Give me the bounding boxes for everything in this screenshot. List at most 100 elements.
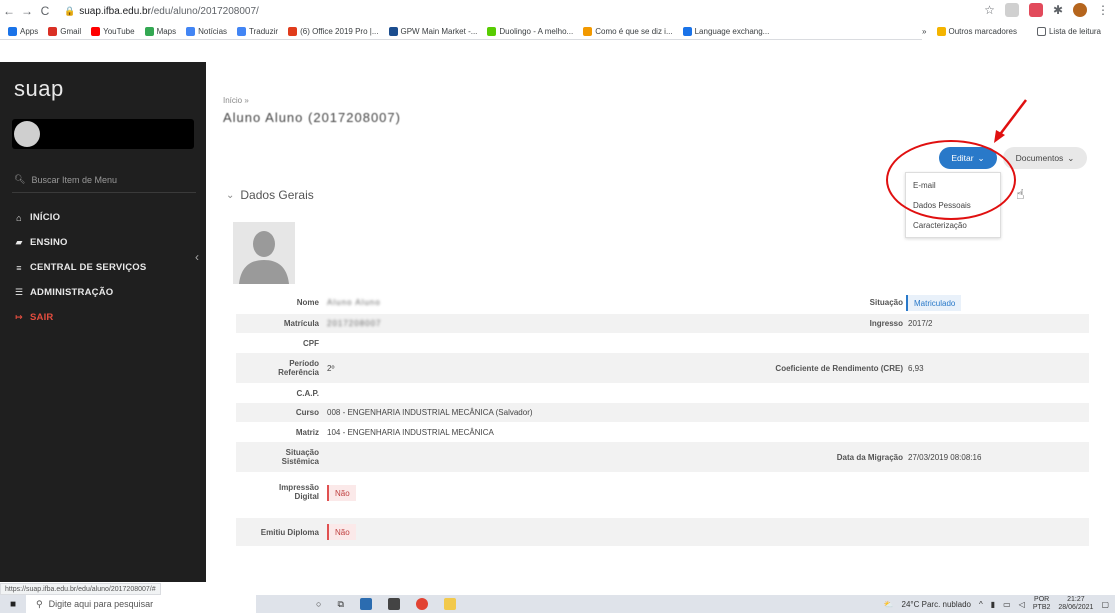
sidebar-item-central-de-servicos[interactable]: ≡ CENTRAL DE SERVIÇOS <box>14 255 194 280</box>
other-bookmarks[interactable]: Outros marcadores <box>936 26 1017 36</box>
status-bar-url: https://suap.ifba.edu.br/edu/aluno/20172… <box>0 583 161 595</box>
table-row: Matrícula 2017208007 Ingresso 2017/2 <box>236 314 1089 333</box>
bookmark-item[interactable]: Notícias <box>186 26 227 36</box>
profile-avatar[interactable] <box>1073 3 1087 17</box>
reload-icon[interactable]: C <box>36 4 54 18</box>
table-row: Impressão Digital Não <box>236 473 1089 517</box>
lock-icon[interactable]: 🔒 <box>64 6 75 17</box>
extension-icon[interactable] <box>1028 3 1043 17</box>
sidebar-item-sair[interactable]: ↦ SAIR <box>14 305 194 330</box>
forward-icon[interactable]: → <box>18 4 36 18</box>
status-badge: Não <box>327 485 356 501</box>
bookmark-favicon-icon <box>237 26 247 36</box>
bookmark-item[interactable]: Como é que se diz i... <box>583 26 673 36</box>
search-icon: ⚲ <box>36 598 43 609</box>
main-content: Início » Aluno Aluno (2017208007) Editar… <box>206 62 1115 582</box>
folder-icon <box>936 26 946 36</box>
bookmark-favicon-icon <box>186 26 196 36</box>
sidebar-item-administracao[interactable]: ☰ ADMINISTRAÇÃO <box>14 280 194 305</box>
bookmark-item[interactable]: Language exchang... <box>682 26 769 36</box>
back-icon[interactable]: ← <box>0 4 18 18</box>
matriz-label: Matriz <box>295 428 319 437</box>
section-dados-gerais[interactable]: ⌄ Dados Gerais <box>226 188 314 202</box>
store-icon[interactable] <box>359 598 372 610</box>
extension-icon[interactable] <box>1004 3 1019 17</box>
volume-icon[interactable]: ◁ <box>1019 600 1025 609</box>
table-row: Emitiu Diploma Não <box>236 518 1089 546</box>
star-icon[interactable]: ☆ <box>984 3 995 17</box>
network-icon[interactable]: ▭ <box>1003 600 1011 609</box>
periodo-value: 2º <box>327 364 335 373</box>
notification-icon[interactable]: ▢ <box>1101 600 1109 609</box>
browser-chrome: ← → C 🔒 suap.ifba.edu.br/edu/aluno/20172… <box>0 0 1115 40</box>
list-icon: ≡ <box>16 262 22 273</box>
data-migracao-label: Data da Migração <box>836 453 903 462</box>
nome-label: Nome <box>296 298 319 307</box>
bookmark-favicon-icon <box>8 26 17 36</box>
weather-icon[interactable]: ⛅ <box>884 600 894 609</box>
cortana-icon[interactable]: ○ <box>316 599 321 609</box>
status-badge: Matriculado <box>906 295 962 311</box>
taskbar: ■ ⚲ Digite aqui para pesquisar ○ ⧉ ⛅ 24°… <box>0 595 1115 613</box>
bookmark-item[interactable]: Apps <box>8 26 38 36</box>
collapse-sidebar-icon[interactable]: ‹ <box>195 250 199 264</box>
table-row: Curso 008 - ENGENHARIA INDUSTRIAL MECÂNI… <box>236 403 1089 422</box>
address-bar[interactable]: suap.ifba.edu.br/edu/aluno/2017208007/ <box>79 6 259 17</box>
impressao-digital-label: Impressão Digital <box>278 483 319 501</box>
cre-label: Coeficiente de Rendimento (CRE) <box>775 364 903 373</box>
table-row: CPF <box>236 334 1089 352</box>
bookmarks-bar-right: » Outros marcadores Lista de leitura <box>922 22 1115 40</box>
situacao-label: Situação <box>869 298 903 307</box>
bookmark-item[interactable]: Duolingo - A melho... <box>487 26 573 36</box>
clock[interactable]: 21:27 28/06/2021 <box>1058 596 1093 612</box>
reading-list[interactable]: Lista de leitura <box>1036 26 1101 36</box>
task-view-icon[interactable]: ⧉ <box>337 599 343 610</box>
suap-logo[interactable]: suap <box>14 76 64 102</box>
sidebar-item-inicio[interactable]: ⌂ INÍCIO <box>14 205 194 230</box>
menu-search[interactable]: 🔍︎ Buscar Item de Menu <box>14 174 117 185</box>
bookmarks-more[interactable]: » <box>922 27 926 36</box>
notion-icon[interactable] <box>387 598 400 610</box>
taskbar-search[interactable]: ⚲ Digite aqui para pesquisar <box>26 595 256 613</box>
documentos-button[interactable]: Documentos ⌄ <box>1003 147 1087 169</box>
menu-kebab-icon[interactable]: ⋮ <box>1097 3 1109 17</box>
periodo-label: Período Referência <box>278 359 319 377</box>
menu-search-input[interactable]: Buscar Item de Menu <box>31 175 117 185</box>
curso-value: 008 - ENGENHARIA INDUSTRIAL MECÂNICA (Sa… <box>327 408 533 417</box>
avatar <box>14 121 40 147</box>
cap-label: C.A.P. <box>296 389 319 398</box>
nome-value: Aluno Aluno <box>327 298 381 307</box>
bookmark-item[interactable]: (6) Office 2019 Pro |... <box>288 26 379 36</box>
chrome-icon[interactable] <box>415 598 428 610</box>
file-explorer-icon[interactable] <box>443 598 456 610</box>
chevron-down-icon: ⌄ <box>226 189 235 201</box>
bookmark-item[interactable]: YouTube <box>91 26 135 36</box>
user-box[interactable] <box>12 119 194 149</box>
list-icon: ☰ <box>14 287 24 297</box>
ingresso-value: 2017/2 <box>908 319 933 328</box>
bookmark-item[interactable]: Traduzir <box>237 26 278 36</box>
bookmark-favicon-icon <box>48 26 58 36</box>
annotation-ellipse <box>886 140 1016 220</box>
battery-icon[interactable]: ▮ <box>991 600 995 609</box>
breadcrumb[interactable]: Início » <box>223 96 249 105</box>
search-icon: 🔍︎ <box>14 174 26 184</box>
sidebar: suap 🔍︎ Buscar Item de Menu ⌂ INÍCIO ▰ ENS… <box>0 62 206 582</box>
tray-chevron-icon[interactable]: ^ <box>979 600 983 609</box>
weather-text[interactable]: 24°C Parc. nublado <box>902 600 971 609</box>
windows-start-icon[interactable]: ■ <box>0 599 26 610</box>
bookmark-favicon-icon <box>288 26 298 36</box>
language-indicator[interactable]: POR PTB2 <box>1033 596 1051 612</box>
cpf-label: CPF <box>303 339 319 348</box>
bookmark-item[interactable]: GPW Main Market -... <box>388 26 477 36</box>
bookmark-favicon-icon <box>583 26 593 36</box>
table-row: Situação Sistêmica Data da Migração 27/03… <box>236 442 1089 472</box>
annotation-arrow <box>994 99 1027 143</box>
bookmark-item[interactable]: Gmail <box>48 26 81 36</box>
sidebar-item-ensino[interactable]: ▰ ENSINO <box>14 230 194 255</box>
sidebar-menu: ⌂ INÍCIO ▰ ENSINO ≡ CENTRAL DE SERVIÇOS ☰ AD… <box>14 205 194 330</box>
system-tray: ⛅ 24°C Parc. nublado ^ ▮ ▭ ◁ POR PTB2 21:… <box>884 595 1109 613</box>
bookmark-item[interactable]: Maps <box>144 26 176 36</box>
puzzle-icon[interactable]: ✱ <box>1053 3 1063 17</box>
student-photo <box>233 222 295 284</box>
